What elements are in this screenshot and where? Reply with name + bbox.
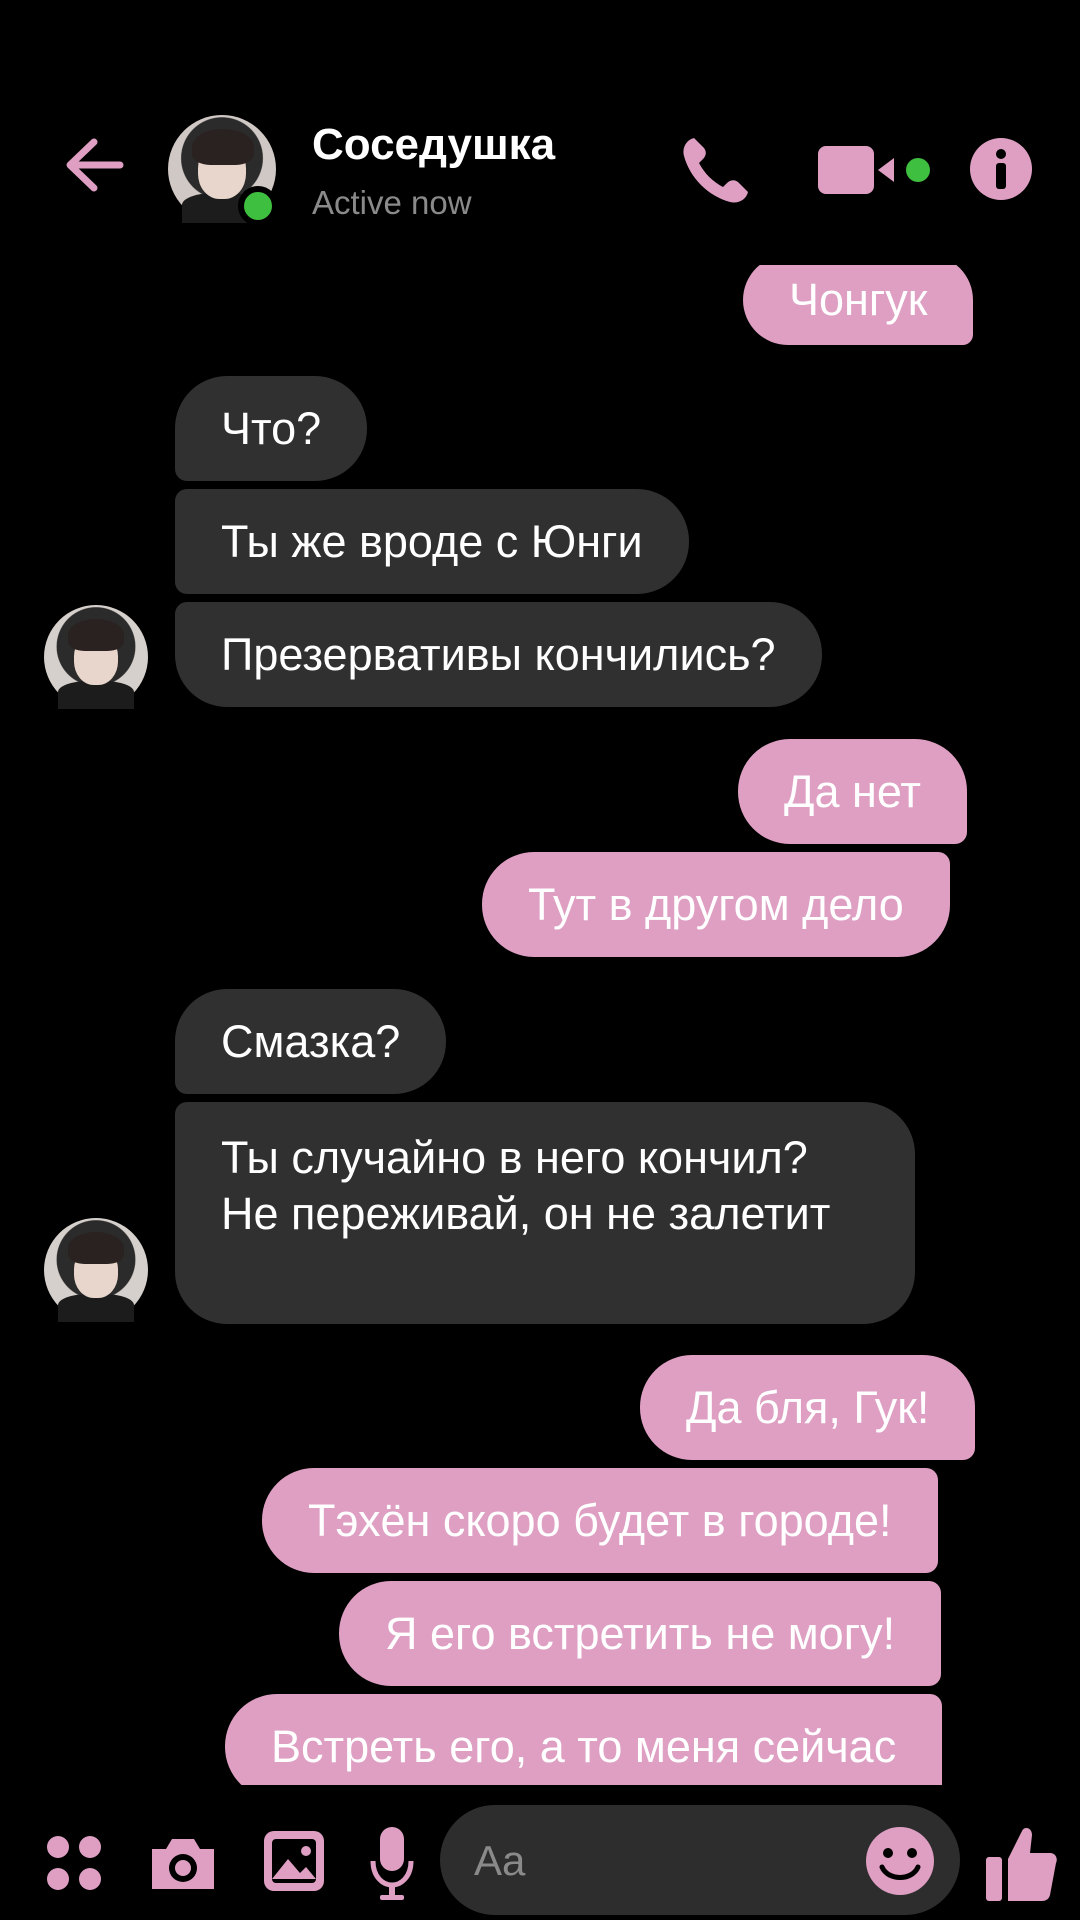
apps-icon[interactable]	[44, 1833, 104, 1893]
message-bubble[interactable]: Чонгук	[743, 265, 974, 345]
thumbs-up-icon[interactable]	[984, 1823, 1058, 1903]
message-input[interactable]: Aa	[440, 1805, 960, 1915]
message-bubble[interactable]: Ты случайно в него кончил? Не переживай,…	[175, 1102, 915, 1324]
message-bubble[interactable]: Да нет	[738, 739, 967, 844]
chat-header: Соседушка Active now	[0, 0, 1080, 265]
phone-icon[interactable]	[676, 130, 756, 210]
message-bubble[interactable]: Да бля, Гук!	[640, 1355, 976, 1460]
message-bubble[interactable]: Тэхён скоро будет в городе!	[262, 1468, 938, 1573]
message-bubble[interactable]: Что?	[175, 376, 368, 481]
message-input-placeholder: Aa	[474, 1837, 526, 1884]
microphone-icon[interactable]	[370, 1825, 414, 1901]
message-bubble[interactable]: Презервативы кончились?	[175, 602, 822, 707]
info-icon[interactable]	[968, 136, 1034, 202]
message-bubble[interactable]: Встреть его, а то меня сейчас	[225, 1694, 943, 1785]
message-composer: Aa	[0, 1785, 1080, 1920]
video-camera-icon[interactable]	[818, 140, 938, 200]
message-bubble[interactable]: Смазка?	[175, 989, 447, 1094]
online-indicator	[238, 186, 278, 226]
message-bubble[interactable]: Тут в другом дело	[482, 852, 950, 957]
message-bubble[interactable]: Ты же вроде с Юнги	[175, 489, 689, 594]
sender-avatar[interactable]	[44, 1218, 148, 1322]
gallery-icon[interactable]	[262, 1829, 326, 1893]
arrow-left-icon[interactable]	[60, 130, 130, 200]
active-status: Active now	[312, 184, 472, 221]
sender-avatar[interactable]	[44, 605, 148, 709]
camera-icon[interactable]	[148, 1833, 218, 1893]
contact-name[interactable]: Соседушка	[312, 120, 555, 170]
message-list[interactable]: Чонгук Что? Ты же вроде с Юнги Презерват…	[0, 265, 1080, 1785]
emoji-icon[interactable]	[864, 1825, 936, 1897]
message-bubble[interactable]: Я его встретить не могу!	[339, 1581, 942, 1686]
